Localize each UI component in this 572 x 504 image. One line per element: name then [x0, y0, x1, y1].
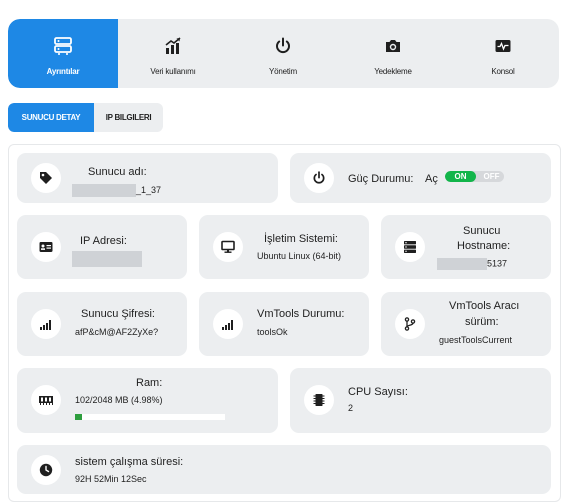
server-icon: [53, 36, 73, 56]
memory-icon: [31, 385, 61, 415]
power-icon: [273, 36, 293, 56]
sub-tab-bar: SUNUCU DETAY IP BILGILERI: [8, 103, 163, 132]
tab-label: Ayrıntılar: [46, 67, 80, 76]
clock-icon: [31, 455, 61, 485]
vmtools-status-title: VmTools Durumu:: [257, 308, 345, 320]
ram-value: 102/2048 MB (4.98%): [75, 395, 163, 405]
server-name-card: Sunucu adı: _1_37: [17, 153, 278, 203]
tab-label: Veri kullanımı: [150, 67, 196, 76]
vmtools-version-title-line1: VmTools Aracı: [449, 300, 520, 312]
cpu-card: CPU Sayısı: 2: [290, 368, 551, 433]
os-title: İşletim Sistemi:: [264, 233, 338, 245]
uptime-title: sistem çalışma süresi:: [75, 456, 184, 468]
vmtools-status-value: toolsOk: [257, 327, 288, 337]
power-toggle[interactable]: ON OFF: [445, 171, 504, 182]
power-icon: [304, 163, 334, 193]
vmtools-version-value: guestToolsCurrent: [439, 335, 513, 345]
power-status-value: Aç: [425, 173, 438, 185]
vmtools-status-card: VmTools Durumu: toolsOk: [199, 292, 369, 356]
vmtools-version-card: VmTools Aracı sürüm: guestToolsCurrent: [381, 292, 551, 356]
cpu-title: CPU Sayısı:: [348, 386, 408, 398]
tab-label: Konsol: [491, 67, 515, 76]
server-password-title: Sunucu Şifresi:: [81, 308, 155, 320]
server-name-value: _1_37: [72, 184, 161, 197]
camera-icon: [383, 36, 403, 56]
os-value: Ubuntu Linux (64-bit): [257, 251, 342, 261]
hostname-value: 5137: [437, 258, 507, 270]
ip-address-title: IP Adresi:: [80, 235, 127, 247]
hostname-title-line1: Sunucu: [463, 225, 501, 237]
ip-address-card: IP Adresi:: [17, 215, 187, 279]
chart-icon: [163, 36, 183, 56]
ip-address-value: [72, 251, 142, 267]
tab-yonetim[interactable]: Yönetim: [228, 19, 338, 88]
tab-veri-kullanimi[interactable]: Veri kullanımı: [118, 19, 228, 88]
server-details-panel: Sunucu adı: _1_37 Güç Durumu: Aç ON OFF …: [8, 144, 561, 502]
cpu-value: 2: [348, 403, 354, 413]
hostname-card: Sunucu Hostname: 5137: [381, 215, 551, 279]
tab-sunucu-detay[interactable]: SUNUCU DETAY: [8, 103, 94, 132]
uptime-card: sistem çalışma süresi: 92H 52Min 12Sec: [17, 445, 551, 494]
tab-label: Yedekleme: [374, 67, 412, 76]
ram-progress-bar: [75, 414, 225, 420]
os-card: İşletim Sistemi: Ubuntu Linux (64-bit): [199, 215, 369, 279]
toggle-on-label: ON: [445, 171, 476, 182]
id-card-icon: [31, 232, 61, 262]
server-name-title: Sunucu adı:: [88, 166, 147, 178]
ram-progress-fill: [75, 414, 83, 420]
tab-yedekleme[interactable]: Yedekleme: [338, 19, 448, 88]
cpu-icon: [304, 385, 334, 415]
monitor-icon: [213, 232, 243, 262]
console-icon: [493, 36, 513, 56]
hostname-title-line2: Hostname:: [457, 240, 511, 252]
signal-bars-icon: [31, 309, 61, 339]
tab-ayrintilar[interactable]: Ayrıntılar: [8, 19, 118, 88]
server-password-card: Sunucu Şifresi: afP&cM@AF2ZyXe?: [17, 292, 187, 356]
server-stack-icon: [395, 232, 425, 262]
power-status-title: Güç Durumu:: [348, 173, 414, 185]
tab-label: Yönetim: [269, 67, 297, 76]
server-password-value: afP&cM@AF2ZyXe?: [75, 327, 159, 337]
tab-konsol[interactable]: Konsol: [448, 19, 558, 88]
vmtools-version-title-line2: sürüm:: [465, 316, 499, 328]
uptime-value: 92H 52Min 12Sec: [75, 474, 147, 484]
ram-card: Ram: 102/2048 MB (4.98%): [17, 368, 278, 433]
tag-icon: [31, 163, 61, 193]
git-branch-icon: [395, 309, 425, 339]
ram-title: Ram:: [136, 377, 163, 389]
toggle-off-label: OFF: [483, 172, 500, 181]
tab-ip-bilgileri[interactable]: IP BILGILERI: [94, 103, 163, 132]
power-status-card: Güç Durumu: Aç ON OFF: [290, 153, 551, 203]
signal-bars-icon: [213, 309, 243, 339]
top-tab-bar: Ayrıntılar Veri kullanımı Yönetim Yedekl…: [8, 19, 559, 88]
